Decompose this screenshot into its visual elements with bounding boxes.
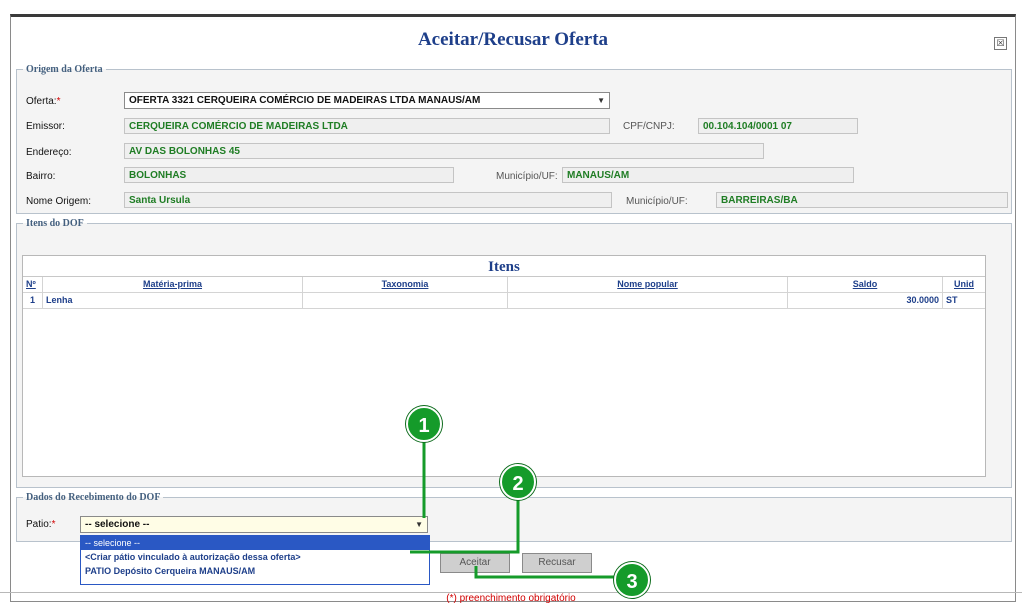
dialog-title: Aceitar/Recusar Oferta — [417, 29, 609, 50]
bairro-label: Bairro: — [26, 171, 56, 182]
oferta-select-value: OFERTA 3321 CERQUEIRA COMÉRCIO DE MADEIR… — [129, 95, 481, 106]
municipio-field: MANAUS/AM — [562, 167, 854, 183]
required-note: (*) preenchimento obrigatório — [0, 592, 1022, 607]
chevron-down-icon: ▼ — [597, 96, 605, 105]
grid-header-row: Nº Matéria-prima Taxonomia Nome popular … — [23, 277, 985, 293]
municipio2-label: Município/UF: — [626, 196, 688, 207]
callout-badge-2: 2 — [500, 464, 536, 500]
patio-dropdown-list: -- selecione -- <Criar pátio vinculado à… — [80, 535, 430, 585]
col-header-unid[interactable]: Unid — [943, 277, 985, 292]
cell-nome-popular — [508, 293, 788, 308]
cpf-label: CPF/CNPJ: — [623, 121, 675, 132]
patio-label: Patio:* — [26, 519, 56, 530]
oferta-label: Oferta:* — [26, 96, 61, 107]
table-row[interactable]: 1 Lenha 30.0000 ST — [23, 293, 985, 309]
origem-legend: Origem da Oferta — [26, 64, 103, 75]
col-header-nome-popular[interactable]: Nome popular — [508, 277, 788, 292]
cell-taxonomia — [303, 293, 508, 308]
col-header-saldo[interactable]: Saldo — [788, 277, 943, 292]
cell-unid: ST — [946, 295, 958, 305]
close-icon[interactable]: ☒ — [994, 37, 1007, 50]
dropdown-option-patio-deposito[interactable]: PATIO Depósito Cerqueira MANAUS/AM — [81, 564, 429, 578]
endereco-field: AV DAS BOLONHAS 45 — [124, 143, 764, 159]
municipio2-field: BARREIRAS/BA — [716, 192, 1008, 208]
patio-select[interactable]: -- selecione -- ▼ — [80, 516, 428, 533]
dropdown-option-criar-patio[interactable]: <Criar pátio vinculado à autorização des… — [81, 550, 429, 564]
callout-badge-3: 3 — [614, 562, 650, 598]
recebimento-legend: Dados do Recebimento do DOF — [26, 492, 161, 503]
itens-grid: Itens Nº Matéria-prima Taxonomia Nome po… — [22, 255, 986, 477]
col-header-n[interactable]: Nº — [23, 277, 43, 292]
municipio-label: Município/UF: — [496, 171, 558, 182]
callout-badge-1: 1 — [406, 406, 442, 442]
emissor-label: Emissor: — [26, 121, 65, 132]
emissor-field: CERQUEIRA COMÉRCIO DE MADEIRAS LTDA — [124, 118, 610, 134]
endereco-label: Endereço: — [26, 147, 72, 158]
cell-n: 1 — [23, 293, 43, 308]
cell-materia: Lenha — [43, 293, 303, 308]
col-header-materia[interactable]: Matéria-prima — [43, 277, 303, 292]
col-header-taxonomia[interactable]: Taxonomia — [303, 277, 508, 292]
bairro-field: BOLONHAS — [124, 167, 454, 183]
nome-origem-field: Santa Ursula — [124, 192, 612, 208]
dropdown-option-selecione[interactable]: -- selecione -- — [81, 536, 429, 550]
chevron-down-icon: ▼ — [415, 520, 423, 529]
cell-saldo: 30.0000 — [788, 293, 943, 308]
patio-select-value: -- selecione -- — [85, 519, 150, 530]
oferta-select[interactable]: OFERTA 3321 CERQUEIRA COMÉRCIO DE MADEIR… — [124, 92, 610, 109]
grid-title: Itens — [23, 256, 985, 277]
recusar-button[interactable]: Recusar — [522, 553, 592, 573]
itens-legend: Itens do DOF — [26, 218, 84, 229]
nome-origem-label: Nome Origem: — [26, 196, 92, 207]
aceitar-button[interactable]: Aceitar — [440, 553, 510, 573]
cpf-field: 00.104.104/0001 07 — [698, 118, 858, 134]
